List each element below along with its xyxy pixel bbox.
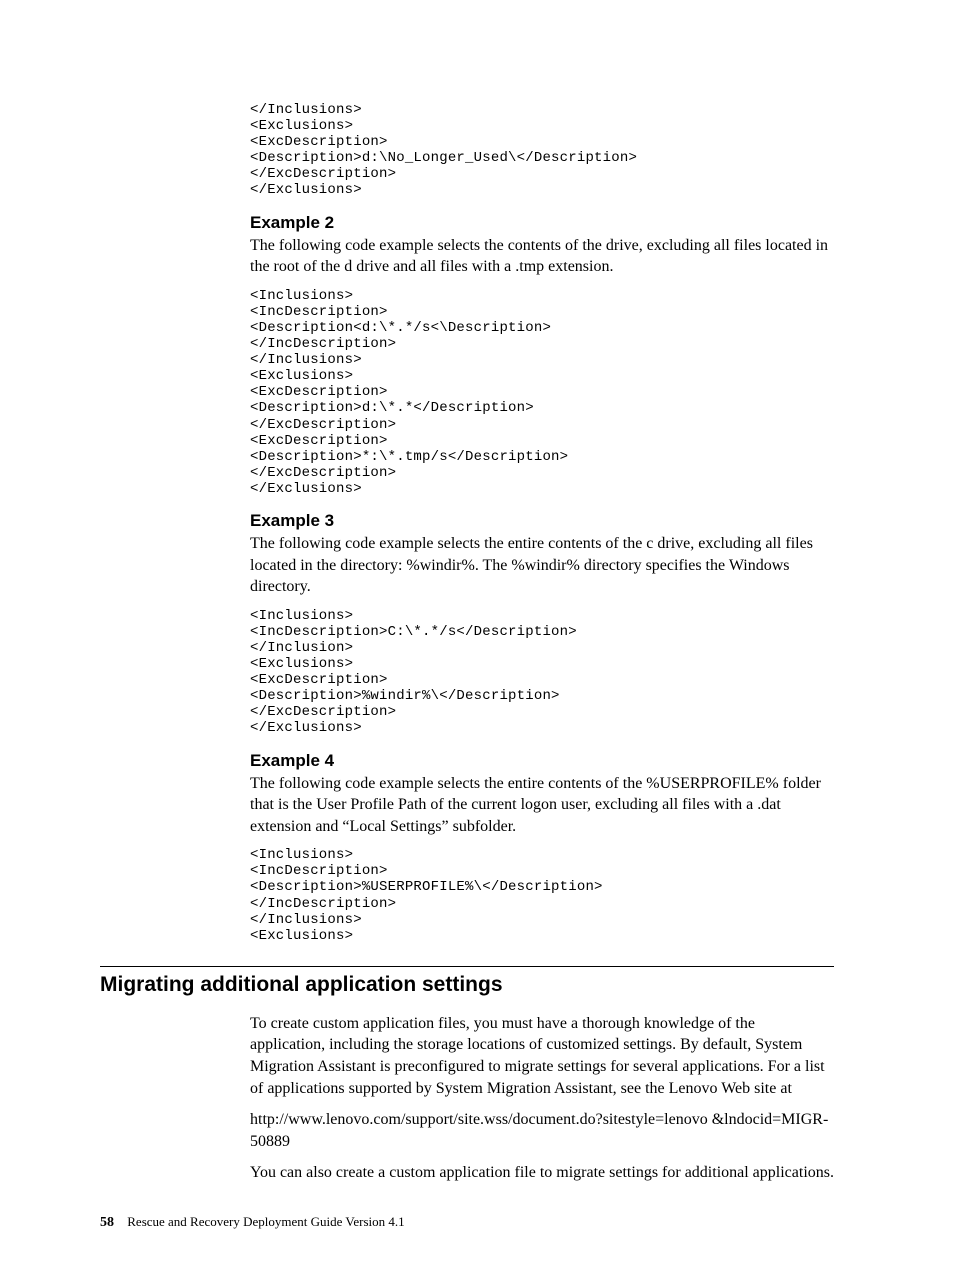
footer-text: Rescue and Recovery Deployment Guide Ver… [127, 1214, 404, 1229]
example-2-heading: Example 2 [250, 213, 834, 233]
page-footer: 58 Rescue and Recovery Deployment Guide … [100, 1214, 834, 1231]
section-url: http://www.lenovo.com/support/site.wss/d… [250, 1109, 834, 1152]
page-number: 58 [100, 1215, 114, 1230]
section-rule [100, 966, 834, 967]
example-4-body: The following code example selects the e… [250, 773, 834, 838]
example-4-heading: Example 4 [250, 751, 834, 771]
section-paragraph-1: To create custom application files, you … [250, 1013, 834, 1099]
example-3-code: <Inclusions> <IncDescription>C:\*.*/s</D… [250, 608, 834, 737]
section-paragraph-3: You can also create a custom application… [250, 1162, 834, 1184]
example-3-body: The following code example selects the e… [250, 533, 834, 598]
code-block-1: </Inclusions> <Exclusions> <ExcDescripti… [250, 102, 834, 199]
example-4-code: <Inclusions> <IncDescription> <Descripti… [250, 847, 834, 944]
example-3-heading: Example 3 [250, 511, 834, 531]
example-2-body: The following code example selects the c… [250, 235, 834, 278]
example-2-code: <Inclusions> <IncDescription> <Descripti… [250, 288, 834, 497]
section-heading: Migrating additional application setting… [100, 973, 834, 997]
